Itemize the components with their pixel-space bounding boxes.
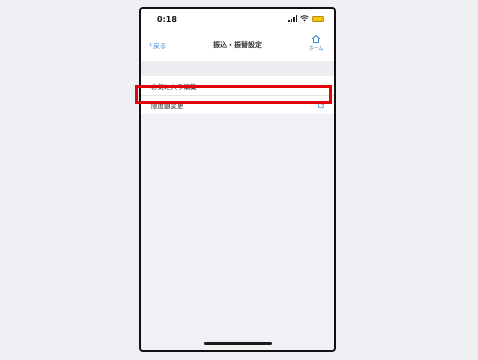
navigation-bar: ‹ 戻る 振込・振替設定 ホーム [141,31,334,61]
section-spacer [141,61,334,76]
battery-icon [312,15,324,22]
menu-item-label: 限度額変更 [151,102,184,110]
menu-item-label: お気に入り編集 [151,82,197,91]
status-bar: 0:18 [141,9,334,31]
settings-menu: お気に入り編集 › 限度額変更 [141,76,334,114]
phone-frame: 0:18 ‹ 戻る 振込・振替設定 ホーム お気に入り編集 › 限度額変更 [139,7,336,352]
home-icon [311,35,321,44]
menu-item-limit-change[interactable]: 限度額変更 [141,95,334,114]
status-icons [288,15,324,22]
home-indicator [203,342,272,345]
wifi-icon [300,15,309,22]
home-label: ホーム [308,46,324,52]
chevron-right-icon: › [321,81,325,90]
status-time: 0:18 [157,15,177,24]
external-link-icon [318,101,325,109]
menu-item-favorites-edit[interactable]: お気に入り編集 › [141,76,334,95]
home-button[interactable]: ホーム [306,34,326,52]
signal-icon [288,15,297,22]
